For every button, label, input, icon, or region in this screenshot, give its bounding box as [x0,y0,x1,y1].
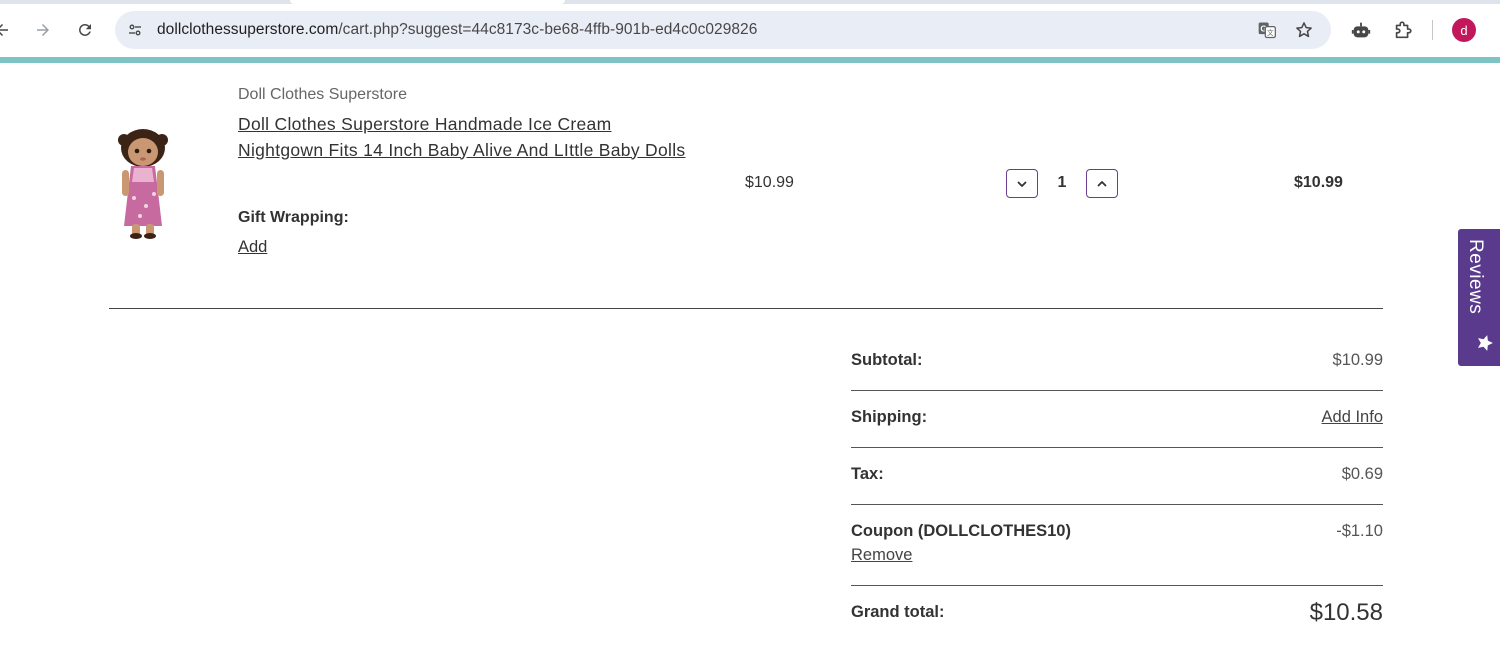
gift-wrapping-add-link[interactable]: Add [238,238,267,257]
address-bar[interactable]: dollclothessuperstore.com/cart.php?sugge… [115,11,1331,49]
product-brand: Doll Clothes Superstore [238,86,407,103]
url-path: /cart.php?suggest=44c8173c-be68-4ffb-901… [338,21,758,38]
grand-total-value: $10.58 [1309,599,1383,626]
product-title-link[interactable]: Doll Clothes Superstore Handmade Ice Cre… [238,112,698,163]
toolbar-divider [1432,20,1433,40]
cart-divider [109,308,1383,309]
reload-button[interactable] [69,14,101,46]
line-total: $10.99 [1294,174,1343,191]
tax-value: $0.69 [1341,465,1383,483]
subtotal-value: $10.99 [1332,351,1383,369]
back-icon [0,24,8,36]
reviews-tab-label: Reviews [1465,239,1486,315]
forward-button[interactable] [27,14,59,46]
back-button[interactable] [0,14,18,46]
totals-divider [851,504,1383,505]
chevron-up-icon [1097,180,1107,186]
coupon-value: -$1.10 [1336,522,1383,540]
site-info-icon[interactable] [123,18,147,42]
reviews-side-tab[interactable]: Reviews [1458,229,1500,366]
tab-strip [0,0,1500,4]
url-text[interactable]: dollclothessuperstore.com/cart.php?sugge… [157,21,757,39]
translate-icon[interactable]: G文 [1255,18,1279,42]
shipping-add-info-link[interactable]: Add Info [1322,408,1383,427]
profile-avatar[interactable]: d [1452,18,1476,42]
totals-divider [851,447,1383,448]
star-icon [1478,335,1493,351]
url-domain: dollclothessuperstore.com [157,21,339,38]
product-image[interactable] [112,128,174,240]
extensions-puzzle-icon[interactable] [1389,16,1417,44]
bookmark-star-icon[interactable] [1292,18,1316,42]
browser-toolbar: dollclothessuperstore.com/cart.php?sugge… [0,0,1500,60]
extension-robot-icon[interactable] [1347,16,1375,44]
forward-icon [37,24,49,36]
subtotal-label: Subtotal: [851,351,923,369]
unit-price: $10.99 [745,174,794,191]
quantity-increase-button[interactable] [1086,169,1118,198]
coupon-remove-link[interactable]: Remove [851,546,912,565]
tax-label: Tax: [851,465,884,483]
gift-wrapping-label: Gift Wrapping: [238,209,349,226]
quantity-decrease-button[interactable] [1006,169,1038,198]
reload-icon [79,23,91,36]
shipping-label: Shipping: [851,408,928,426]
chevron-down-icon [1017,181,1027,187]
site-header-accent-bar [0,57,1500,63]
totals-divider [851,390,1383,391]
totals-divider [851,585,1383,586]
svg-text:文: 文 [1267,28,1274,37]
quantity-value[interactable]: 1 [1052,174,1072,192]
grand-total-label: Grand total: [851,603,945,621]
coupon-label: Coupon (DOLLCLOTHES10) [851,522,1071,540]
profile-initial: d [1460,22,1468,38]
